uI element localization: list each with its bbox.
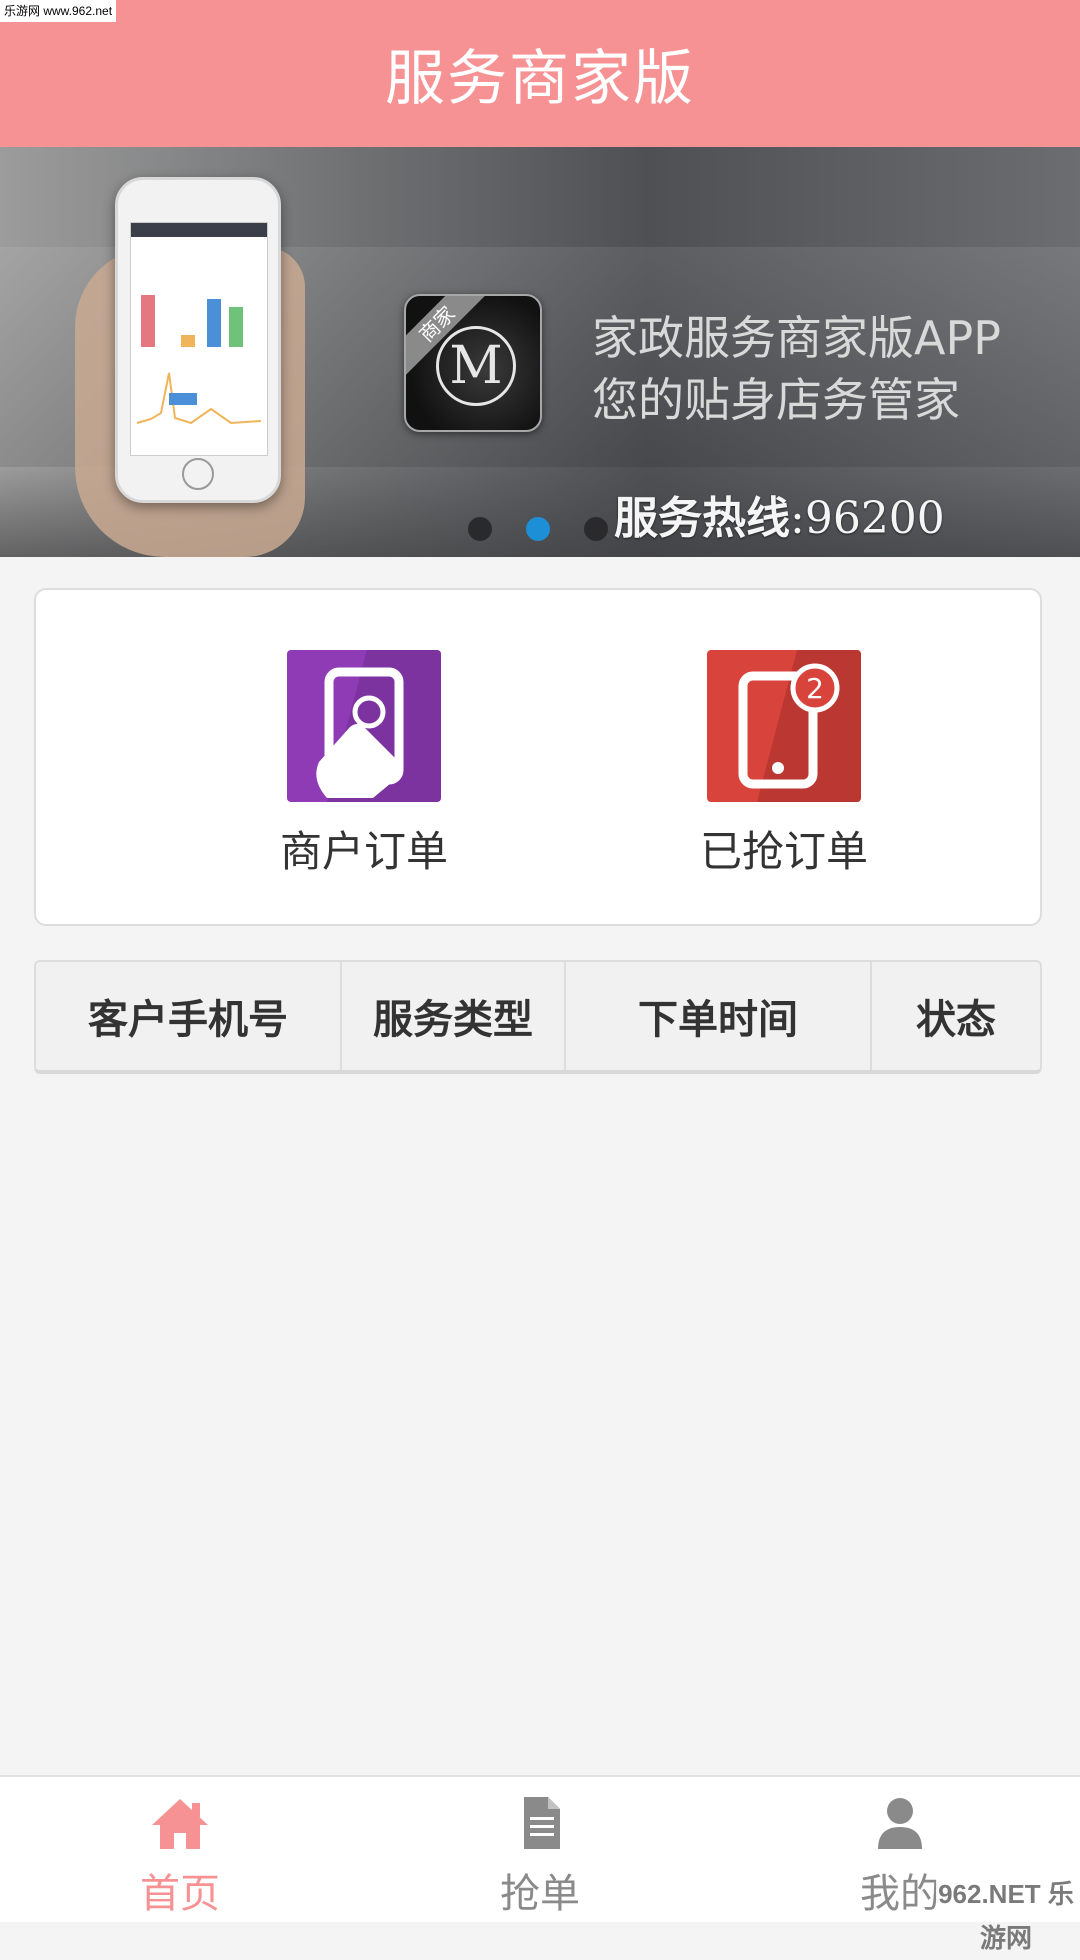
bottom-tab-bar: 首页 抢单 我的: [0, 1775, 1080, 1922]
promo-banner[interactable]: 商家 M 家政服务商家版APP 您的贴身店务管家 服务热线:96200: [0, 147, 1080, 557]
order-entry-card: 商户订单 2 已抢订单: [34, 588, 1042, 926]
column-service-type[interactable]: 服务类型: [342, 962, 566, 1070]
tab-home-label: 首页: [140, 1861, 220, 1919]
merchant-orders-button[interactable]: 商户订单: [234, 650, 494, 879]
phone-chart-image: [131, 223, 267, 455]
svg-text:2: 2: [806, 672, 824, 705]
column-customer-phone[interactable]: 客户手机号: [36, 962, 342, 1070]
tab-mine-label: 我的: [860, 1861, 940, 1919]
watermark-logo: 962.NET 乐游网: [936, 1872, 1076, 1916]
column-status[interactable]: 状态: [872, 962, 1040, 1070]
banner-line-1: 家政服务商家版APP: [592, 307, 1001, 369]
orders-table-header: 客户手机号 服务类型 下单时间 状态: [34, 960, 1042, 1074]
app-header: 服务商家版: [0, 0, 1080, 147]
tab-home[interactable]: 首页: [0, 1777, 360, 1922]
merchant-app-icon: 商家 M: [404, 294, 542, 432]
grabbed-orders-button[interactable]: 2 已抢订单: [654, 650, 914, 879]
home-icon: [150, 1795, 210, 1851]
carousel-dot[interactable]: [468, 517, 492, 541]
banner-slogan: 家政服务商家版APP 您的贴身店务管家: [592, 307, 1001, 431]
carousel-dot-active[interactable]: [526, 517, 550, 541]
merchant-orders-label: 商户订单: [234, 818, 494, 879]
carousel-dots: [468, 517, 608, 541]
banner-line-2: 您的贴身店务管家: [592, 369, 1001, 431]
app-icon-letter: M: [436, 326, 516, 406]
phone-image: [115, 177, 281, 503]
phone-screen: [130, 222, 268, 456]
phone-home-button: [182, 458, 214, 490]
column-order-time[interactable]: 下单时间: [566, 962, 872, 1070]
tab-grab[interactable]: 抢单: [360, 1777, 720, 1922]
tablet-notification-icon: 2: [707, 650, 861, 802]
watermark-top: 乐游网 www.962.net: [0, 0, 116, 22]
carousel-dot[interactable]: [584, 517, 608, 541]
page-title: 服务商家版: [385, 30, 695, 117]
document-icon: [510, 1795, 570, 1851]
hotline-number: :96200: [790, 493, 945, 544]
touch-tablet-icon: [287, 650, 441, 802]
hotline-label: 服务热线: [614, 493, 790, 544]
user-icon: [870, 1795, 930, 1851]
grabbed-orders-label: 已抢订单: [654, 818, 914, 879]
tab-grab-label: 抢单: [500, 1861, 580, 1919]
hotline: 服务热线:96200: [614, 482, 945, 546]
